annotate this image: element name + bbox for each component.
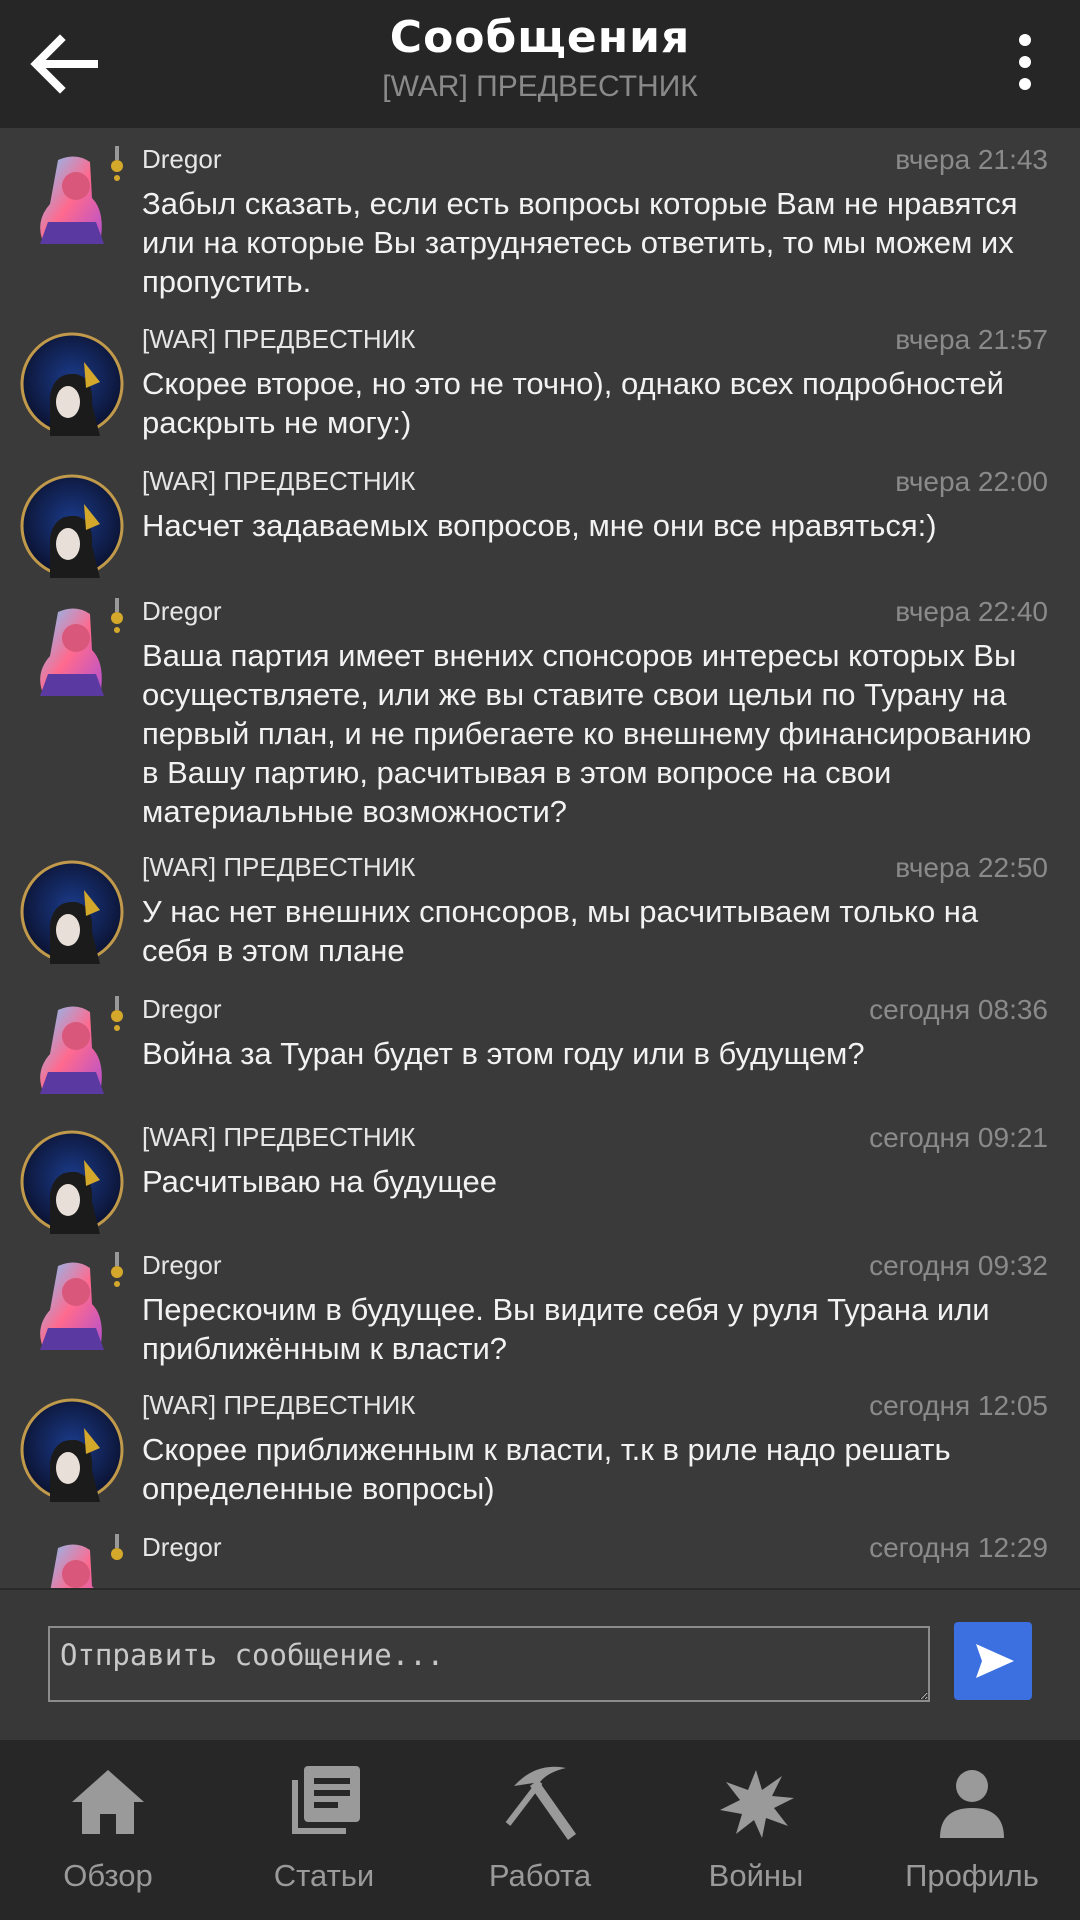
send-icon [976,1644,1014,1678]
message-item: [WAR] ПРЕДВЕСТНИК вчера 22:50 У нас нет … [0,852,1080,982]
message-text: Ваша партия имеет внених спонсоров интер… [142,638,1032,829]
app-header: Сообщения [WAR] ПРЕДВЕСТНИК [0,0,1080,128]
message-item: [WAR] ПРЕДВЕСТНИК сегодня 12:05 Скорее п… [0,1390,1080,1520]
message-text: Перескочим в будущее. Вы видите себя у р… [142,1292,990,1366]
message-time: вчера 21:43 [895,144,1048,175]
more-vertical-icon [1019,34,1031,90]
nav-label: Обзор [63,1858,153,1893]
more-options-button[interactable] [990,24,1060,104]
message-author[interactable]: Dregor [142,596,221,627]
message-text: Расчитываю на будущее [142,1164,497,1199]
message-time: вчера 21:57 [895,324,1048,355]
message-time: сегодня 08:36 [869,994,1048,1025]
message-composer [0,1588,1080,1742]
rank-badge-icon [111,146,123,181]
rank-badge-icon [111,1252,123,1287]
message-text: Скорее приближенным к власти, т.к в риле… [142,1432,951,1506]
message-author[interactable]: [WAR] ПРЕДВЕСТНИК [142,1122,415,1153]
person-icon [940,1770,1004,1838]
message-time: сегодня 12:29 [869,1532,1048,1563]
home-icon [72,1770,144,1834]
pickaxe-icon [505,1766,576,1840]
message-text: Забыл сказать, если есть вопросы которые… [142,186,1018,299]
message-item: Dregor вчера 22:40 Ваша партия имеет вне… [0,596,1080,836]
nav-item-profile[interactable]: Профиль [864,1740,1080,1920]
message-time: вчера 22:40 [895,596,1048,627]
rank-badge-icon [111,1534,123,1560]
nav-label: Статьи [273,1858,375,1893]
avatar[interactable] [20,332,124,436]
message-author[interactable]: Dregor [142,144,221,175]
nav-item-overview[interactable]: Обзор [0,1740,216,1920]
nav-item-wars[interactable]: Войны [648,1740,864,1920]
nav-item-articles[interactable]: Статьи [216,1740,432,1920]
message-time: сегодня 09:32 [869,1250,1048,1281]
nav-item-work[interactable]: Работа [432,1740,648,1920]
message-item: [WAR] ПРЕДВЕСТНИК вчера 22:00 Насчет зад… [0,466,1080,578]
message-author[interactable]: Dregor [142,1532,221,1563]
send-button[interactable] [954,1622,1032,1700]
explosion-icon [720,1770,794,1838]
message-author[interactable]: [WAR] ПРЕДВЕСТНИК [142,1390,415,1421]
avatar[interactable] [20,1398,124,1502]
message-author[interactable]: Dregor [142,994,221,1025]
rank-badge-icon [111,598,123,633]
conversation-name: [WAR] ПРЕДВЕСТНИК [382,70,698,103]
nav-label: Войны [708,1858,804,1893]
message-time: сегодня 09:21 [869,1122,1048,1153]
message-item: [WAR] ПРЕДВЕСТНИК вчера 21:57 Скорее вто… [0,324,1080,454]
avatar[interactable] [20,860,124,964]
bottom-navigation: Обзор Статьи Работа Войны Профиль [0,1740,1080,1920]
avatar[interactable] [20,1130,124,1234]
nav-label: Профиль [905,1858,1039,1893]
message-list[interactable]: Dregor вчера 21:43 Забыл сказать, если е… [0,128,1080,1588]
nav-label: Работа [488,1858,592,1893]
message-item: Dregor сегодня 08:36 Война за Туран буде… [0,994,1080,1104]
message-text: Война за Туран будет в этом году или в б… [142,1036,865,1071]
message-author[interactable]: [WAR] ПРЕДВЕСТНИК [142,324,415,355]
message-author[interactable]: [WAR] ПРЕДВЕСТНИК [142,466,415,497]
message-text: У нас нет внешних спонсоров, мы расчитыв… [142,894,979,968]
message-time: сегодня 12:05 [869,1390,1048,1421]
message-time: вчера 22:00 [895,466,1048,497]
message-author[interactable]: Dregor [142,1250,221,1281]
message-item: Dregor сегодня 12:29 [0,1532,1080,1588]
rank-badge-icon [111,996,123,1031]
message-text: Скорее второе, но это не точно), однако … [142,366,1004,440]
message-item: Dregor сегодня 09:32 Перескочим в будуще… [0,1250,1080,1370]
avatar[interactable] [20,474,124,578]
message-input[interactable] [48,1626,930,1702]
message-author[interactable]: [WAR] ПРЕДВЕСТНИК [142,852,415,883]
message-text: Насчет задаваемых вопросов, мне они все … [142,508,937,543]
message-time: вчера 22:50 [895,852,1048,883]
articles-icon [292,1766,360,1834]
message-item: Dregor вчера 21:43 Забыл сказать, если е… [0,144,1080,314]
message-item: [WAR] ПРЕДВЕСТНИК сегодня 09:21 Расчитыв… [0,1122,1080,1234]
page-title: Сообщения [389,12,691,63]
